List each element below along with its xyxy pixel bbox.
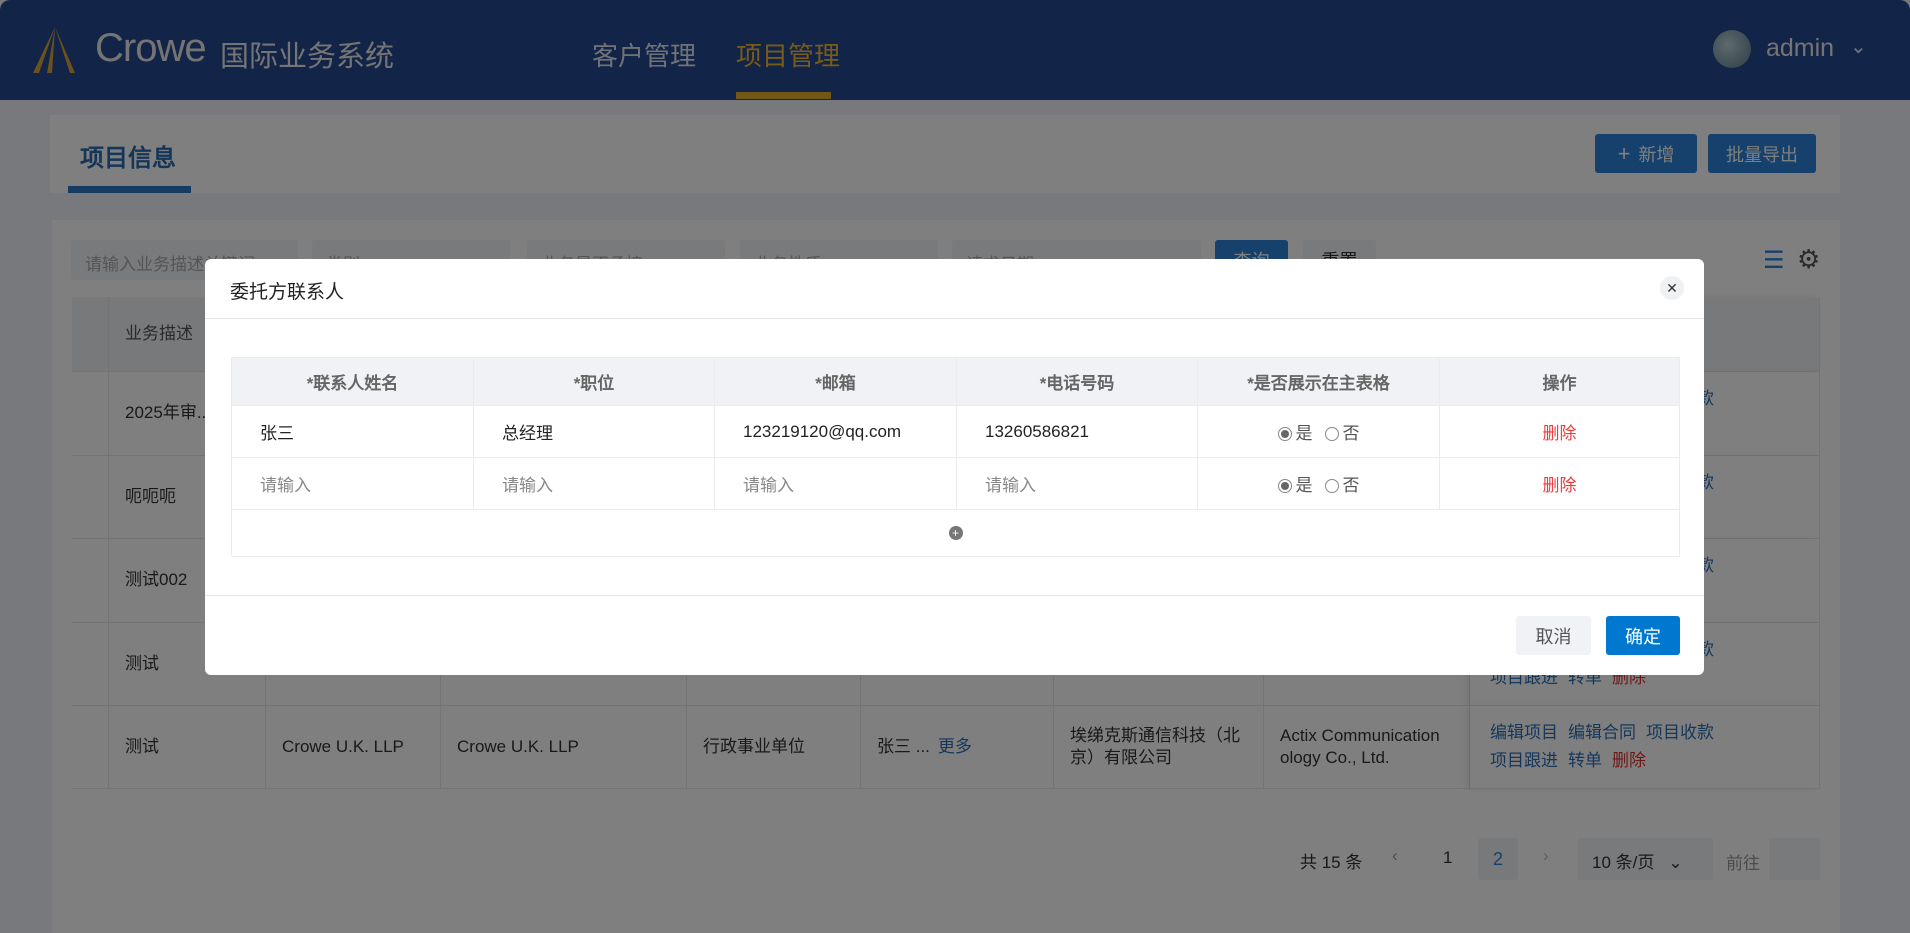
position-value: 总经理 — [502, 424, 553, 443]
delete-link[interactable]: 删除 — [1543, 471, 1577, 496]
add-row[interactable]: + — [232, 510, 1680, 557]
no-label: 否 — [1342, 476, 1360, 495]
column-header: *邮箱 — [715, 358, 957, 406]
radio-yes[interactable]: 是 — [1277, 419, 1313, 444]
column-header: *电话号码 — [957, 358, 1198, 406]
name-input[interactable]: 请输入 — [232, 458, 474, 510]
phone-placeholder: 请输入 — [985, 476, 1036, 495]
email-placeholder: 请输入 — [743, 476, 794, 495]
email-input[interactable]: 请输入 — [715, 458, 957, 510]
radio-unchecked-icon — [1324, 479, 1339, 493]
position-input[interactable]: 请输入 — [474, 458, 715, 510]
email-input[interactable]: 123219120@qq.com — [715, 406, 957, 458]
column-label: *电话号码 — [1039, 374, 1115, 393]
column-label: *是否展示在主表格 — [1247, 374, 1390, 393]
column-header: 操作 — [1440, 358, 1680, 406]
column-label: *职位 — [573, 374, 615, 393]
contact-modal: 委托方联系人 ✕ *联系人姓名 *职位 *邮箱 *电话号码 *是否展示在主表格 操作张三 总… — [205, 259, 1704, 675]
row-action-cell: 删除 — [1440, 406, 1680, 458]
modal-title: 委托方联系人 — [230, 282, 345, 303]
radio-yes[interactable]: 是 — [1277, 471, 1313, 496]
column-header: *联系人姓名 — [232, 358, 474, 406]
radio-no[interactable]: 否 — [1324, 471, 1360, 496]
close-icon[interactable]: ✕ — [1660, 276, 1684, 300]
delete-link[interactable]: 删除 — [1543, 419, 1577, 444]
no-label: 否 — [1342, 424, 1360, 443]
email-value: 123219120@qq.com — [743, 421, 902, 441]
position-input[interactable]: 总经理 — [474, 406, 715, 458]
name-placeholder: 请输入 — [260, 476, 311, 495]
radio-no[interactable]: 否 — [1324, 419, 1360, 444]
name-value: 张三 — [260, 424, 294, 443]
confirm-button[interactable]: 确定 — [1606, 616, 1680, 655]
name-input[interactable]: 张三 — [232, 406, 474, 458]
row-action-cell: 删除 — [1440, 458, 1680, 510]
contact-table: *联系人姓名 *职位 *邮箱 *电话号码 *是否展示在主表格 操作张三 总经理 1232191… — [231, 357, 1680, 557]
show-radio-group: 是否 — [1198, 458, 1440, 510]
column-label: *邮箱 — [815, 374, 856, 393]
radio-unchecked-icon — [1324, 427, 1339, 441]
position-placeholder: 请输入 — [502, 476, 553, 495]
phone-value: 13260586821 — [985, 421, 1090, 441]
radio-checked-icon — [1277, 479, 1292, 493]
divider — [205, 595, 1704, 596]
yes-label: 是 — [1295, 424, 1313, 443]
phone-input[interactable]: 13260586821 — [957, 406, 1198, 458]
column-header: *职位 — [474, 358, 715, 406]
phone-input[interactable]: 请输入 — [957, 458, 1198, 510]
divider — [205, 318, 1704, 319]
column-label: *联系人姓名 — [306, 374, 399, 393]
yes-label: 是 — [1295, 476, 1313, 495]
cancel-button[interactable]: 取消 — [1516, 616, 1591, 655]
show-radio-group: 是否 — [1198, 406, 1440, 458]
column-label: 操作 — [1542, 374, 1577, 393]
column-header: *是否展示在主表格 — [1198, 358, 1440, 406]
add-circle-icon[interactable]: + — [948, 526, 963, 540]
radio-checked-icon — [1277, 427, 1292, 441]
